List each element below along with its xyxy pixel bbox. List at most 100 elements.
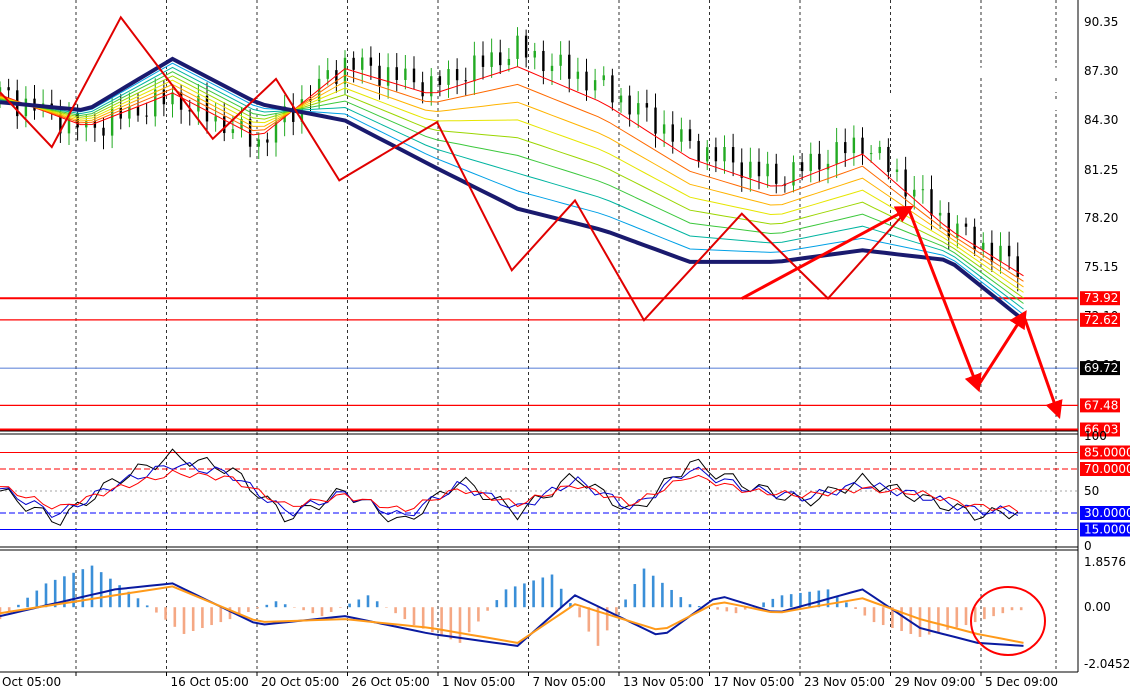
macd-histogram-bar [697, 606, 701, 608]
candle-body [697, 140, 700, 162]
macd-histogram-bar [164, 607, 167, 620]
x-tick-label: 26 Oct 05:00 [352, 675, 430, 689]
candle-body [171, 92, 174, 105]
macd-histogram-bar [440, 607, 443, 636]
macd-histogram-bar [633, 584, 637, 608]
macd-histogram-bar [1001, 607, 1005, 614]
candle-body [1016, 256, 1019, 278]
macd-histogram-bar [973, 607, 977, 623]
macd-histogram-bar [578, 607, 581, 618]
candle-body [343, 57, 347, 84]
candle-body [490, 52, 493, 67]
macd-histogram-bar [302, 607, 305, 611]
macd-histogram-bar [320, 607, 324, 617]
macd-histogram-bar [523, 583, 526, 608]
macd-histogram-bar [771, 598, 775, 608]
candle-body [7, 87, 10, 91]
macd-histogram-bar [513, 586, 517, 608]
candle-body [706, 147, 709, 162]
candle-body [938, 212, 942, 216]
macd-histogram-bar [964, 607, 968, 626]
macd-histogram-bar [789, 594, 793, 608]
candle-body [826, 163, 830, 170]
macd-histogram-bar [394, 607, 397, 614]
candle-body [214, 116, 217, 122]
macd-histogram-bar [900, 607, 903, 631]
price-tick-label: 87.30 [1084, 64, 1118, 78]
candle-body [24, 98, 28, 117]
candle-body [766, 163, 769, 177]
candle-body [257, 139, 260, 147]
candle-body [154, 89, 157, 117]
macd-histogram-bar [210, 607, 213, 626]
current-price-label: 69.72 [1084, 361, 1118, 375]
stoch-level-label: 15.0000 [1084, 523, 1130, 537]
macd-histogram-bar [256, 607, 259, 609]
macd-tick-label: 0.00 [1084, 600, 1111, 614]
stoch-level-label: 70.0000 [1084, 462, 1130, 476]
macd-histogram-bar [799, 592, 802, 608]
macd-histogram-bar [872, 607, 876, 623]
stoch-level-label: 85.0000 [1084, 446, 1130, 460]
candle-body [481, 55, 485, 67]
candle-body [438, 76, 442, 85]
level-label: 72.62 [1084, 313, 1118, 327]
macd-histogram-bar [587, 607, 591, 632]
macd-histogram-bar [863, 607, 867, 616]
macd-histogram-bar [191, 607, 195, 631]
candle-body [1007, 245, 1011, 257]
candle-body [516, 35, 519, 59]
x-tick-label: 7 Nov 05:00 [533, 675, 606, 689]
stoch-tick-label: 50 [1084, 484, 1099, 498]
macd-histogram-bar [467, 607, 471, 633]
macd-histogram-bar [375, 601, 379, 608]
candle-body [878, 146, 881, 154]
macd-histogram-bar [992, 607, 995, 617]
macd-histogram-bar [339, 607, 342, 608]
candle-body [473, 55, 476, 82]
x-tick-label: 16 Oct 05:00 [171, 675, 249, 689]
candle-body [688, 129, 692, 141]
candle-body [576, 71, 580, 79]
level-label: 67.48 [1084, 398, 1118, 412]
candle-body [990, 242, 994, 262]
macd-histogram-bar [421, 607, 425, 629]
candle-body [671, 124, 674, 142]
candle-body [421, 82, 424, 97]
candle-body [835, 142, 838, 164]
price-tick-label: 84.30 [1084, 113, 1118, 127]
candle-body [352, 57, 355, 70]
macd-histogram-bar [1019, 607, 1023, 611]
candle-body [775, 163, 778, 184]
candle-body [455, 69, 459, 81]
level-label: 73.92 [1084, 291, 1118, 305]
candle-body [145, 115, 148, 117]
candle-body [136, 106, 140, 116]
macd-histogram-bar [145, 605, 149, 608]
macd-histogram-bar [854, 607, 857, 609]
candle-body [524, 35, 528, 58]
candle-body [757, 161, 761, 177]
candle-body [585, 71, 588, 91]
x-tick-label: 13 Nov 05:00 [623, 675, 704, 689]
candle-body [430, 76, 433, 97]
macd-histogram-bar [983, 607, 986, 620]
candle-body [921, 189, 925, 191]
x-tick-label: 20 Oct 05:00 [261, 675, 339, 689]
candle-body [533, 50, 536, 58]
price-tick-label: 78.20 [1084, 211, 1118, 225]
macd-histogram-bar [81, 569, 85, 608]
candle-body [982, 242, 985, 250]
candle-body [369, 57, 373, 66]
candle-body [361, 57, 364, 70]
macd-tick-label: -2.0452 [1084, 657, 1130, 671]
macd-histogram-bar [845, 602, 848, 608]
macd-histogram-bar [247, 607, 250, 612]
candle-body [680, 129, 683, 142]
macd-histogram-bar [357, 599, 361, 608]
macd-histogram-bar [293, 607, 296, 608]
candle-body [499, 52, 502, 66]
macd-histogram-bar [486, 607, 489, 611]
candle-body [93, 121, 97, 128]
candle-body [869, 153, 873, 155]
